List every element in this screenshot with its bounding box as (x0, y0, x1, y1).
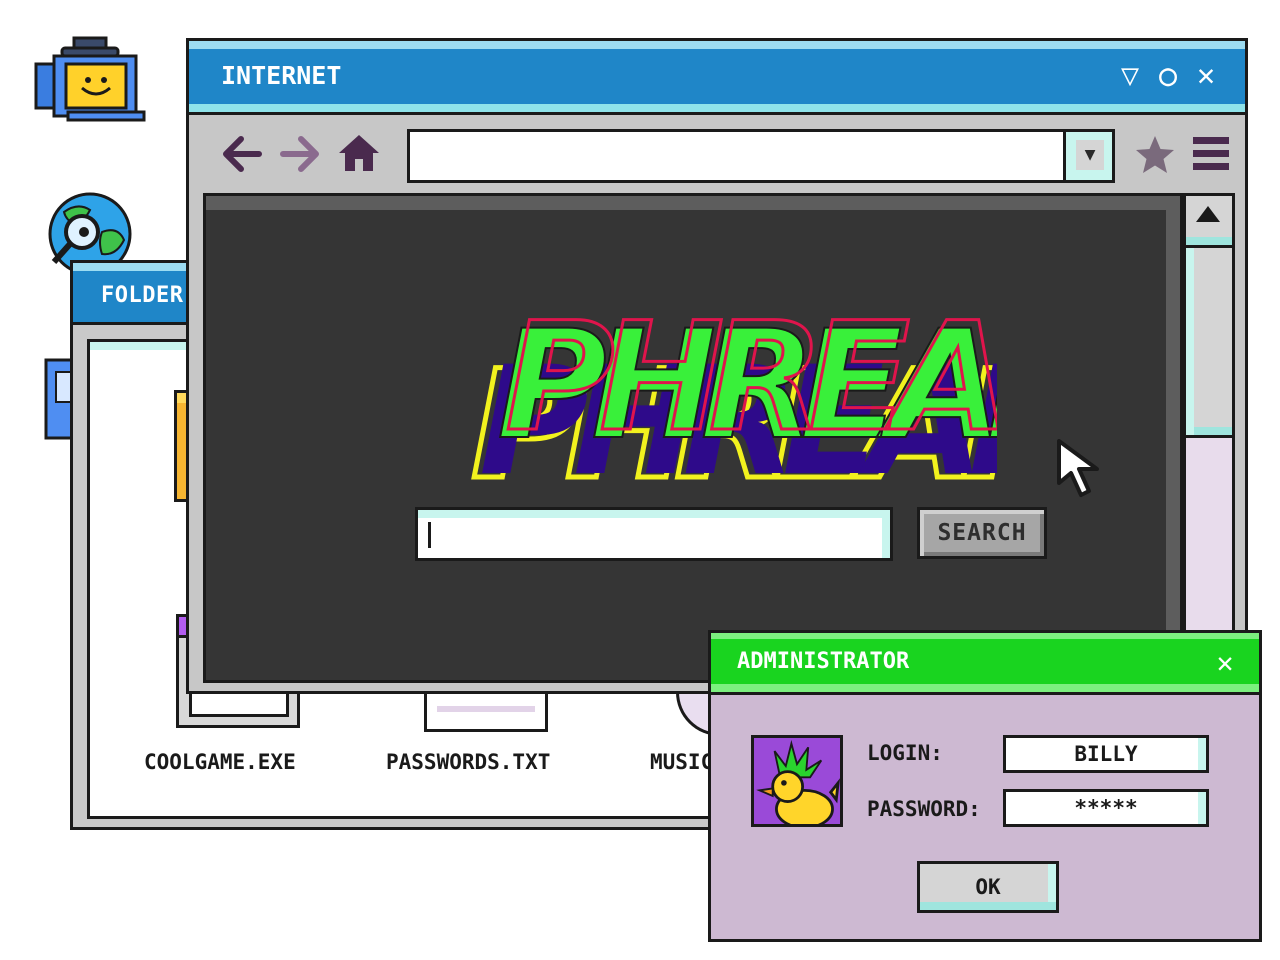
duck-avatar-icon (751, 735, 843, 827)
login-label: LOGIN: (867, 741, 943, 765)
file-label-passwords[interactable]: PASSWORDS.TXT (386, 750, 550, 774)
search-input[interactable] (418, 510, 878, 558)
ok-button[interactable]: OK (917, 861, 1059, 913)
browser-window: INTERNET ▽ ○ ✕ ▼ PHREAK PHREAK PHREAK PH… (186, 38, 1248, 694)
text-file-icon[interactable] (424, 694, 548, 732)
back-arrow-icon[interactable] (219, 131, 265, 177)
scroll-up-button[interactable] (1186, 196, 1232, 248)
phreak-logo: PHREAK PHREAK PHREAK PHREAK (469, 291, 998, 516)
hamburger-menu-icon[interactable] (1191, 135, 1231, 173)
mouse-cursor-icon (1057, 439, 1099, 497)
svg-text:PHREAK: PHREAK (505, 291, 997, 465)
address-input[interactable] (410, 132, 1050, 180)
admin-titlebar[interactable]: ADMINISTRATOR ✕ (711, 633, 1259, 695)
scroll-thumb[interactable] (1186, 248, 1232, 438)
scroll-up-icon (1196, 206, 1220, 222)
address-bar[interactable] (407, 129, 1115, 183)
forward-arrow-icon[interactable] (277, 131, 323, 177)
login-field[interactable]: BILLY (1003, 735, 1209, 773)
browser-titlebar[interactable]: INTERNET ▽ ○ ✕ (189, 41, 1245, 115)
maximize-icon[interactable]: ○ (1151, 57, 1185, 95)
administrator-dialog: ADMINISTRATOR ✕ LOGIN: BILLY PASSWORD: *… (708, 630, 1262, 942)
folder-title: FOLDER (101, 283, 184, 308)
file-label-music[interactable]: MUSIC (650, 750, 713, 774)
search-button[interactable]: SEARCH (917, 507, 1047, 559)
dropdown-icon: ▼ (1076, 140, 1104, 170)
close-icon[interactable]: ✕ (1189, 57, 1223, 95)
address-dropdown-button[interactable]: ▼ (1063, 129, 1115, 183)
file-label-coolgame[interactable]: COOLGAME.EXE (144, 750, 296, 774)
browser-title: INTERNET (221, 61, 342, 90)
search-field[interactable] (415, 507, 893, 561)
vertical-scrollbar[interactable] (1183, 193, 1235, 683)
admin-title: ADMINISTRATOR (737, 649, 910, 674)
star-icon[interactable] (1133, 133, 1177, 177)
computer-icon[interactable] (34, 24, 146, 124)
password-field[interactable]: ***** (1003, 789, 1209, 827)
text-caret (428, 522, 431, 548)
home-icon[interactable] (335, 129, 383, 177)
minimize-icon[interactable]: ▽ (1113, 57, 1147, 95)
close-icon[interactable]: ✕ (1207, 645, 1243, 681)
password-label: PASSWORD: (867, 797, 981, 821)
